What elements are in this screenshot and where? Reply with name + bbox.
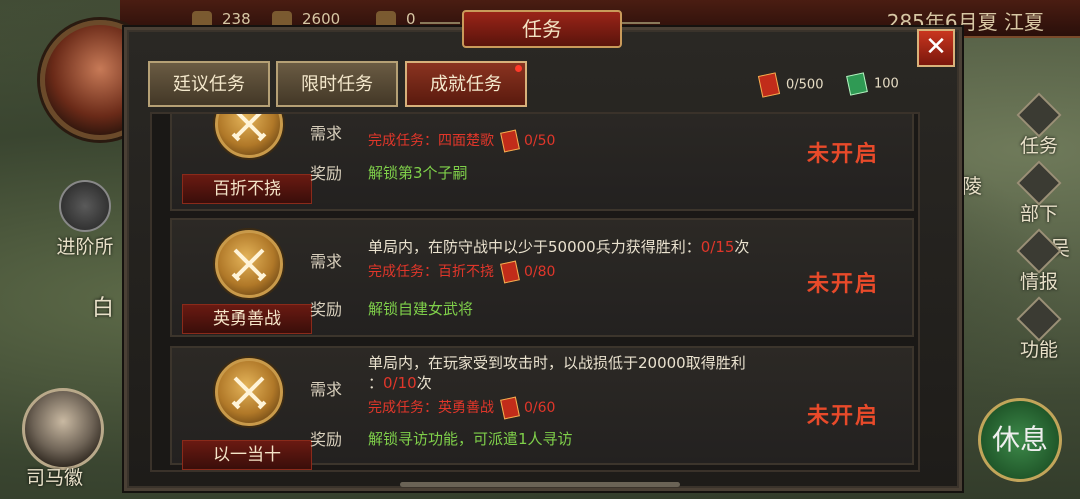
order-token-icon (500, 396, 520, 420)
crossed-swords-medal-icon (215, 114, 283, 158)
task-status: 未开启 (807, 271, 880, 297)
order-token-icon (500, 129, 520, 153)
menu-function[interactable]: 功能 (1004, 296, 1074, 367)
task-reward: 解锁寻访功能，可派遣1人寻访 (368, 430, 573, 448)
map-city-label: 白 (92, 296, 115, 321)
task-row: 百折不挠 需求 完成任务：四面楚歌 0/50 奖励 解锁第3个子嗣 未开启 (170, 114, 914, 211)
task-row: 以一当十 单局内，在玩家受到攻击时，以战损低于20000取得胜利 ：0/10次 … (170, 346, 914, 470)
gear-icon (1016, 296, 1062, 342)
helmet-icon (1016, 160, 1062, 206)
task-name: 百折不挠 (182, 174, 312, 204)
reward-label: 奖励 (310, 164, 343, 183)
title-ornament-right (620, 22, 660, 34)
title-ornament-left (420, 22, 460, 34)
jade-icon (846, 72, 868, 96)
task-status: 未开启 (807, 403, 880, 429)
task-requirement: 完成任务：英勇善战 0/60 (368, 396, 555, 420)
reward-label: 奖励 (310, 300, 343, 319)
menu-task[interactable]: 任务 (1004, 92, 1074, 163)
scroll-icon (1016, 92, 1062, 138)
coin-resource: 2600 (272, 10, 340, 29)
map-city-ling: 陵 (962, 174, 982, 198)
menu-subordinates[interactable]: 部下 (1004, 160, 1074, 231)
task-reward: 解锁第3个子嗣 (368, 164, 468, 182)
close-button[interactable]: ✕ (917, 29, 955, 67)
reward-label: 奖励 (310, 430, 343, 449)
grain-icon (192, 10, 212, 29)
advance-label: 进阶所 (56, 236, 114, 258)
task-row: 英勇善战 单局内，在防守战中以少于50000兵力获得胜利：0/15次 需求 完成… (170, 218, 914, 337)
task-reward: 解锁自建女武将 (368, 300, 474, 318)
jade-counter: 100 (846, 72, 899, 96)
crossed-swords-medal-icon (215, 230, 283, 298)
advisor-avatar[interactable] (22, 388, 104, 470)
task-list[interactable]: 百折不挠 需求 完成任务：四面楚歌 0/50 奖励 解锁第3个子嗣 未开启 英勇善… (150, 112, 920, 472)
crossed-swords-medal-icon (215, 358, 283, 426)
req-label: 需求 (310, 252, 343, 271)
task-status: 未开启 (807, 141, 880, 167)
crossed-swords-icon (59, 180, 111, 232)
panel-title: 任务 (462, 10, 622, 48)
req-label: 需求 (310, 380, 343, 399)
right-menu: 任务 部下 情报 功能 (1004, 92, 1074, 367)
order-token-icon (757, 72, 781, 98)
building-icon (1016, 228, 1062, 274)
menu-intel[interactable]: 情报 (1004, 228, 1074, 299)
req-label: 需求 (310, 124, 343, 143)
order-token-icon (500, 260, 520, 284)
advisor-name: 司马徽 (26, 467, 84, 489)
task-description: 单局内，在玩家受到攻击时，以战损低于20000取得胜利 (368, 354, 746, 372)
notification-dot (515, 65, 522, 72)
coin-icon (272, 10, 292, 29)
token-counter: 0/500 (757, 72, 823, 98)
task-name: 以一当十 (182, 440, 312, 470)
task-description-line2: ：0/10次 (368, 374, 432, 392)
tab-limited-tasks[interactable]: 限时任务 (276, 61, 398, 107)
troop-resource: 0 (376, 10, 416, 29)
task-requirement: 完成任务：四面楚歌 0/50 (368, 129, 555, 153)
rest-button[interactable]: 休息 (978, 398, 1062, 482)
advance-button[interactable]: 进阶所 (50, 180, 120, 258)
task-requirement: 完成任务：百折不挠 0/80 (368, 260, 555, 284)
tab-court-tasks[interactable]: 廷议任务 (148, 61, 270, 107)
scrollbar[interactable] (400, 482, 680, 487)
troop-icon (376, 10, 396, 29)
task-name: 英勇善战 (182, 304, 312, 334)
tab-achievement-tasks[interactable]: 成就任务 (405, 61, 527, 107)
task-description: 单局内，在防守战中以少于50000兵力获得胜利：0/15次 (368, 238, 750, 256)
grain-resource: 238 (192, 10, 251, 29)
